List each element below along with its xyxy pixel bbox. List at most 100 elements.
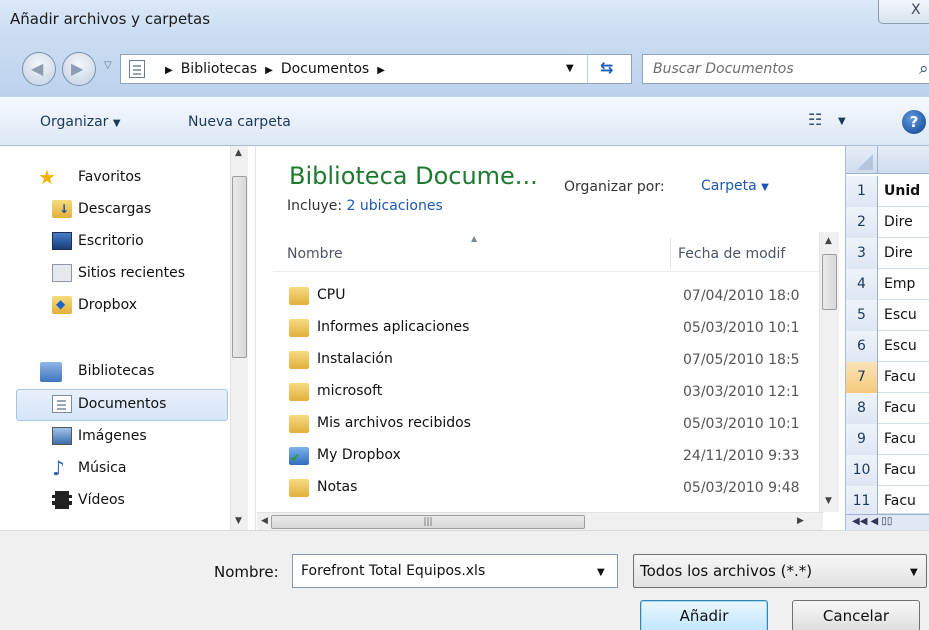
file-date: 05/03/2010 10:1 (683, 416, 800, 432)
breadcrumb-separator-icon[interactable]: ▶ (265, 65, 273, 76)
new-folder-button[interactable]: Nueva carpeta (188, 114, 291, 130)
navigation-pane: ★ Favoritos Descargas Escritorio Sitios … (0, 146, 256, 530)
back-button[interactable]: ◀ (22, 52, 56, 86)
scroll-up-icon[interactable]: ▲ (235, 148, 242, 158)
documents-icon (52, 395, 72, 413)
recent-pages-dropdown[interactable]: ▽ (104, 60, 112, 71)
scroll-left-icon[interactable]: ◀ (261, 516, 268, 526)
column-header-name[interactable]: Nombre (287, 246, 343, 262)
chevron-down-icon: ▼ (910, 567, 918, 578)
change-view-icon[interactable]: ☷ (808, 110, 822, 129)
cell-text: Escu (884, 307, 917, 323)
breadcrumb: ▶ Bibliotecas ▶ Documentos ▶ (157, 61, 393, 77)
search-input[interactable]: Buscar Documentos ⌕ (642, 54, 929, 84)
nav-item-label: Música (78, 460, 127, 476)
file-row-instalacion[interactable]: Instalación 07/05/2010 18:5 (273, 346, 819, 378)
spreadsheet-row: 9 Facu (846, 424, 929, 455)
file-row-microsoft[interactable]: microsoft 03/03/2010 12:1 (273, 378, 819, 410)
spreadsheet-row: 2 Dire (846, 207, 929, 238)
add-button[interactable]: Añadir (640, 600, 768, 630)
dialog-footer: Nombre: Forefront Total Equipos.xls ▼ To… (0, 530, 929, 630)
file-row-mis-archivos-recibidos[interactable]: Mis archivos recibidos 05/03/2010 10:1 (273, 410, 819, 442)
nav-item-label: Dropbox (78, 297, 137, 313)
file-name: Instalación (317, 351, 393, 367)
cell-text: Escu (884, 338, 917, 354)
spreadsheet-row: 7 Facu (846, 362, 929, 393)
dropbox-icon (52, 296, 72, 314)
navigation-pane-scroll-thumb[interactable] (232, 176, 247, 358)
file-list-pane: Biblioteca Docume... Incluye: 2 ubicacio… (257, 146, 845, 530)
library-title: Biblioteca Docume... (289, 162, 538, 190)
navigation-pane-scrollbar[interactable]: ▲ ▼ (230, 146, 248, 530)
scroll-down-icon[interactable]: ▼ (235, 516, 242, 526)
cell-text: Facu (884, 400, 916, 416)
breadcrumb-separator-icon[interactable]: ▶ (377, 65, 385, 76)
arrow-right-icon: ▶ (71, 59, 84, 78)
scroll-down-icon[interactable]: ▼ (825, 496, 832, 506)
file-list-horizontal-scrollbar[interactable]: ◀ ||| ▶ (257, 512, 823, 530)
search-placeholder: Buscar Documentos (653, 61, 794, 77)
chevron-down-icon[interactable]: ▼ (597, 567, 605, 578)
spreadsheet-row: 1 Unid (846, 176, 929, 207)
cancel-button[interactable]: Cancelar (792, 600, 920, 630)
main-area: ★ Favoritos Descargas Escritorio Sitios … (0, 146, 929, 530)
scroll-up-icon[interactable]: ▲ (825, 236, 832, 246)
breadcrumb-documentos[interactable]: Documentos (281, 61, 369, 77)
close-icon: X (911, 2, 921, 18)
folder-icon (289, 415, 309, 433)
cell-text: Facu (884, 431, 916, 447)
spreadsheet-row: 4 Emp (846, 269, 929, 300)
favorites-label: Favoritos (78, 169, 142, 185)
file-row-cpu[interactable]: CPU 07/04/2010 18:0 (273, 282, 819, 314)
file-name: My Dropbox (317, 447, 401, 463)
address-bar[interactable]: ▶ Bibliotecas ▶ Documentos ▶ ▼ ⇆ (120, 54, 632, 84)
organize-menu-button[interactable]: Organizar ▼ (40, 114, 121, 130)
arrange-by-value: Carpeta (701, 178, 757, 194)
arrange-by-dropdown[interactable]: Carpeta ▼ (701, 178, 769, 194)
breadcrumb-bibliotecas[interactable]: Bibliotecas (181, 61, 257, 77)
breadcrumb-separator-icon[interactable]: ▶ (165, 65, 173, 76)
filename-combobox[interactable]: Forefront Total Equipos.xls ▼ (292, 554, 618, 588)
row-number: 8 (846, 393, 878, 424)
column-divider[interactable] (670, 238, 671, 268)
file-list-scroll-thumb[interactable] (822, 254, 837, 310)
column-header-date[interactable]: Fecha de modif (678, 246, 818, 262)
spreadsheet-row: 6 Escu (846, 331, 929, 362)
file-date: 05/03/2010 9:48 (683, 480, 800, 496)
cell-text: Facu (884, 462, 916, 478)
file-date: 24/11/2010 9:33 (683, 448, 800, 464)
view-options-dropdown[interactable]: ▼ (838, 116, 846, 127)
recent-places-icon (52, 264, 72, 282)
nav-item-label: Sitios recientes (78, 265, 185, 281)
file-list-vertical-scrollbar[interactable]: ▲ ▼ (819, 232, 839, 512)
file-list-horizontal-thumb[interactable]: ||| (271, 515, 585, 529)
sheet-tab-navigation[interactable]: ◀◀ ◀ ▯▯ (846, 514, 929, 530)
row-number: 3 (846, 238, 878, 269)
file-type-filter-select[interactable]: Todos los archivos (*.*) ▼ (633, 554, 927, 588)
forward-button[interactable]: ▶ (62, 52, 96, 86)
cell-text: Unid (884, 183, 921, 199)
spreadsheet-row: 8 Facu (846, 393, 929, 424)
filename-label: Nombre: (214, 563, 279, 581)
music-icon: ♪ (52, 456, 65, 480)
arrange-by-label: Organizar por: (564, 179, 665, 195)
address-history-dropdown[interactable]: ▼ (566, 63, 574, 74)
title-bar: Añadir archivos y carpetas X (0, 0, 929, 42)
locations-link[interactable]: 2 ubicaciones (347, 198, 443, 214)
nav-item-label: Imágenes (78, 428, 147, 444)
search-icon[interactable]: ⌕ (919, 59, 929, 79)
star-icon: ★ (38, 165, 56, 189)
file-row-notas[interactable]: Notas 05/03/2010 9:48 (273, 474, 819, 506)
nav-item-label: Vídeos (78, 492, 125, 508)
row-number: 4 (846, 269, 878, 300)
scroll-right-icon[interactable]: ▶ (797, 516, 804, 526)
organize-label: Organizar (40, 114, 109, 130)
spreadsheet-column-header (846, 146, 929, 174)
file-row-informes-aplicaciones[interactable]: Informes aplicaciones 05/03/2010 10:1 (273, 314, 819, 346)
close-button[interactable]: X (878, 0, 929, 24)
file-row-my-dropbox[interactable]: My Dropbox 24/11/2010 9:33 (273, 442, 819, 474)
row-number: 6 (846, 331, 878, 362)
refresh-button[interactable]: ⇆ (587, 55, 631, 83)
pictures-icon (52, 427, 72, 445)
help-icon[interactable]: ? (902, 110, 926, 134)
